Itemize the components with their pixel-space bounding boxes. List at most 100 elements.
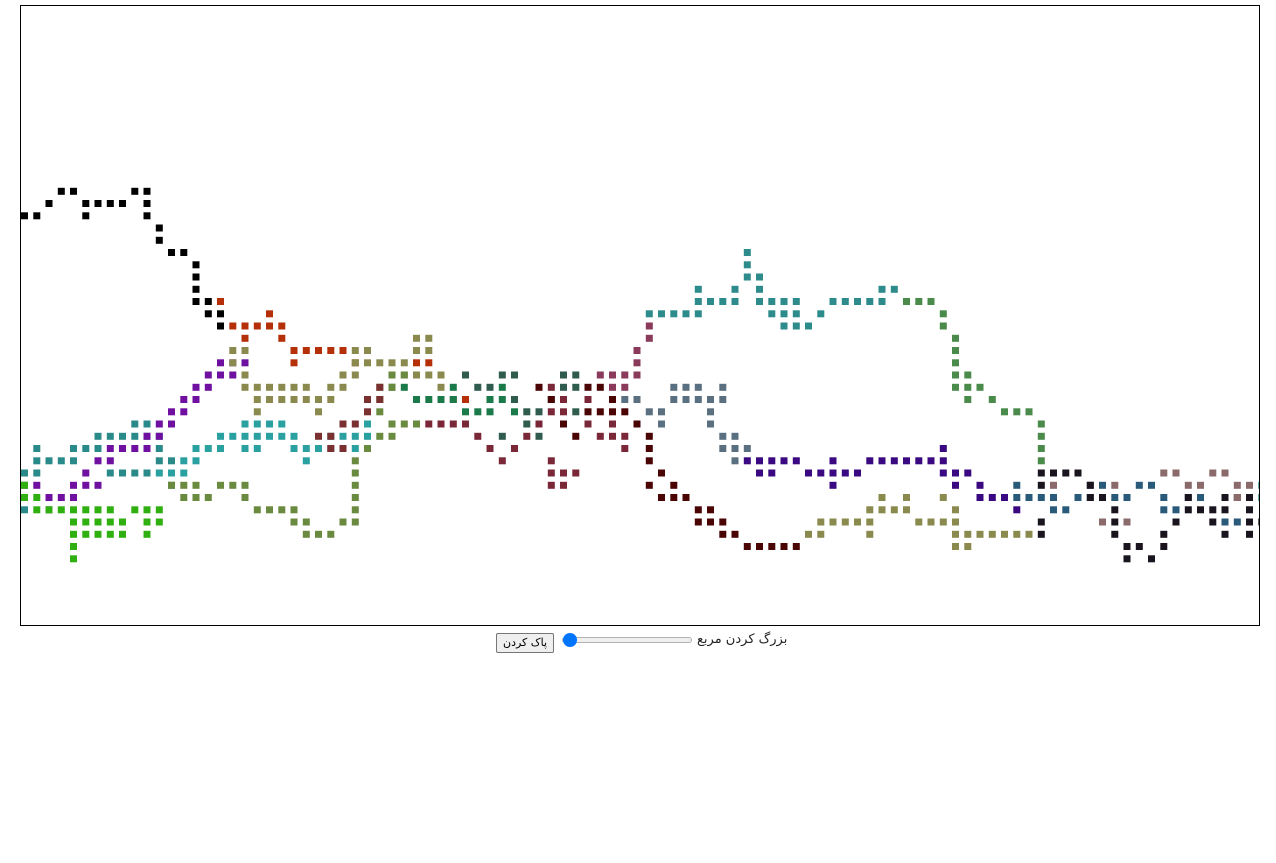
walk-square: [756, 457, 763, 465]
walk-square: [33, 445, 41, 452]
walk-square: [609, 432, 616, 440]
walk-square: [413, 347, 420, 354]
walk-square: [204, 310, 212, 318]
walk-square: [364, 420, 371, 428]
walk-path-11: [621, 383, 751, 465]
walk-square: [229, 359, 237, 367]
walk-square: [351, 445, 359, 452]
walk-square: [939, 494, 947, 501]
walk-square: [327, 445, 335, 452]
walk-square: [988, 396, 996, 403]
walk-square: [241, 494, 249, 501]
walk-square: [106, 432, 114, 440]
walk-square: [278, 432, 286, 440]
walk-square: [1062, 469, 1070, 477]
walk-square: [94, 457, 102, 465]
walk-square: [192, 298, 200, 305]
walk-square: [768, 310, 776, 318]
walk-square: [621, 383, 629, 391]
walk-square: [229, 322, 237, 330]
walk-square: [486, 396, 494, 403]
walk-square: [94, 432, 102, 440]
walk-square: [82, 518, 90, 526]
walk-square: [780, 298, 788, 305]
walk-square: [670, 494, 678, 501]
walk-square: [609, 396, 616, 403]
walk-square: [976, 481, 984, 489]
walk-square: [890, 285, 898, 293]
walk-square: [204, 371, 212, 379]
walk-square: [939, 518, 947, 526]
walk-square: [719, 518, 727, 526]
walk-square: [1099, 494, 1106, 501]
walk-square: [192, 285, 200, 293]
walk-square: [1050, 469, 1057, 477]
drawing-canvas[interactable]: [20, 5, 1260, 626]
walk-square: [1074, 469, 1082, 477]
walk-square: [756, 273, 763, 281]
walk-square: [694, 383, 702, 391]
walk-square: [952, 371, 959, 379]
walk-square: [253, 506, 261, 514]
walk-square: [302, 457, 310, 465]
walk-square: [572, 432, 580, 440]
walk-square: [1086, 494, 1094, 501]
walk-square: [694, 518, 702, 526]
walk-square: [217, 310, 224, 318]
walk-square: [1025, 530, 1033, 538]
walk-square: [547, 481, 555, 489]
walk-square: [1209, 506, 1217, 514]
square-size-slider[interactable]: [562, 632, 692, 648]
walk-square: [1233, 481, 1241, 489]
walk-square: [1001, 408, 1008, 416]
walk-square: [376, 432, 384, 440]
walk-square: [266, 432, 273, 440]
walk-square: [339, 347, 347, 354]
walk-square: [70, 530, 77, 538]
walk-square: [106, 457, 114, 465]
walk-square: [253, 445, 261, 452]
walk-square: [400, 420, 408, 428]
walk-square: [462, 408, 469, 416]
walk-square: [400, 371, 408, 379]
walk-square: [327, 432, 335, 440]
walk-square: [511, 371, 518, 379]
walk-square: [327, 396, 335, 403]
walk-square: [645, 432, 653, 440]
walk-square: [376, 359, 384, 367]
walk-square: [1246, 518, 1253, 526]
walk-square: [670, 310, 678, 318]
walk-square: [1172, 506, 1180, 514]
walk-square: [1197, 494, 1204, 501]
walk-square: [278, 506, 286, 514]
walk-square: [743, 457, 751, 465]
walk-square: [364, 359, 371, 367]
walk-square: [339, 383, 347, 391]
walk-square: [449, 383, 457, 391]
walk-square: [155, 469, 163, 477]
walk-square: [1001, 494, 1008, 501]
walk-square: [143, 469, 151, 477]
walk-square: [1246, 481, 1253, 489]
walk-square: [70, 555, 77, 563]
walk-square: [241, 334, 249, 342]
walk-square: [890, 506, 898, 514]
clear-button[interactable]: پاک کردن: [496, 633, 555, 653]
walk-square: [33, 494, 41, 501]
walk-square: [302, 530, 310, 538]
walk-square: [964, 530, 972, 538]
walk-square: [621, 445, 629, 452]
walk-square: [768, 298, 776, 305]
walk-square: [915, 518, 923, 526]
walk-square: [511, 396, 518, 403]
walk-square: [413, 359, 420, 367]
walk-square: [952, 359, 959, 367]
walk-square: [131, 187, 139, 195]
walk-square: [866, 457, 874, 465]
walk-square: [768, 457, 776, 465]
walk-square: [829, 481, 837, 489]
walk-square: [106, 200, 114, 207]
walk-square: [217, 432, 224, 440]
walk-square: [927, 518, 935, 526]
walk-square: [388, 432, 396, 440]
